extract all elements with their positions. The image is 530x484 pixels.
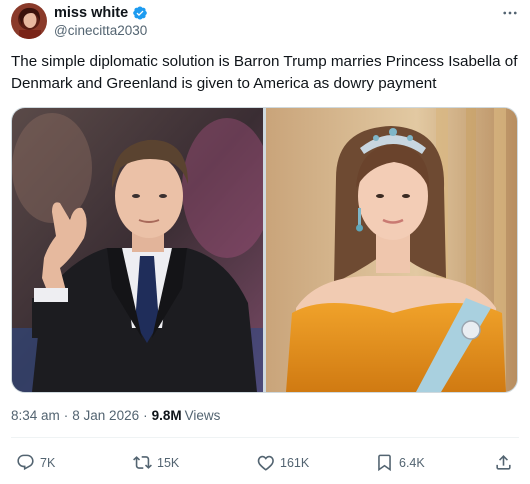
- verified-badge-icon: [132, 5, 148, 21]
- meta-separator: ·: [143, 408, 148, 423]
- reply-count: 7K: [40, 455, 56, 470]
- views-label: Views: [184, 408, 221, 423]
- action-bar: 7K 15K 161K 6.4K: [0, 448, 530, 478]
- tweet-time[interactable]: 8:34 am: [11, 408, 60, 423]
- tweet-date[interactable]: 8 Jan 2026: [72, 408, 139, 423]
- repost-count: 15K: [157, 455, 180, 470]
- tweet-media[interactable]: [11, 107, 518, 393]
- photo-princess-in-tiara[interactable]: [266, 108, 517, 392]
- views-count[interactable]: 9.8M: [152, 408, 182, 423]
- tweet-meta: 8:34 am · 8 Jan 2026 · 9.8M Views: [11, 408, 220, 423]
- meta-separator: ·: [63, 408, 69, 423]
- author-handle[interactable]: @cinecitta2030: [54, 23, 147, 38]
- photo-young-man-in-suit[interactable]: [12, 108, 263, 392]
- avatar[interactable]: [11, 3, 47, 39]
- bookmark-count: 6.4K: [399, 455, 425, 470]
- repost-icon: [133, 453, 152, 472]
- more-options-icon[interactable]: [499, 6, 521, 20]
- repost-button[interactable]: 15K: [133, 453, 179, 472]
- reply-icon: [16, 453, 35, 472]
- like-button[interactable]: 161K: [256, 453, 309, 472]
- tweet-text: The simple diplomatic solution is Barron…: [11, 53, 518, 92]
- like-icon: [256, 453, 275, 472]
- reply-button[interactable]: 7K: [16, 453, 55, 472]
- like-count: 161K: [280, 455, 310, 470]
- author-display-name[interactable]: miss white: [54, 5, 128, 21]
- author-name-row: miss white: [54, 4, 148, 22]
- tweet-card: miss white @cinecitta2030 The simple dip…: [0, 0, 530, 484]
- bookmark-icon: [375, 453, 394, 472]
- bookmark-button[interactable]: 6.4K: [375, 453, 425, 472]
- share-icon: [494, 453, 513, 472]
- share-button[interactable]: [494, 453, 513, 472]
- divider: [11, 437, 519, 438]
